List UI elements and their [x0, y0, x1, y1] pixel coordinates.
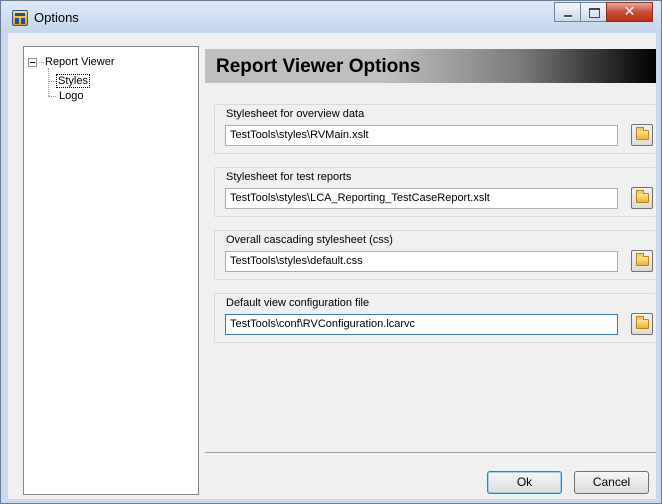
folder-icon: [636, 316, 649, 329]
ok-button[interactable]: Ok: [487, 471, 562, 494]
panel-header: Report Viewer Options: [205, 49, 656, 83]
group-label: Stylesheet for overview data: [226, 108, 365, 120]
group-label: Overall cascading stylesheet (css): [226, 234, 393, 246]
panel-title: Report Viewer Options: [216, 56, 421, 77]
test-report-stylesheet-field[interactable]: TestTools\styles\LCA_Reporting_TestCaseR…: [225, 188, 618, 209]
options-tree[interactable]: Report Viewer Styles Logo: [23, 46, 199, 495]
overview-stylesheet-group: Stylesheet for overview data TestTools\s…: [214, 104, 656, 154]
collapse-icon[interactable]: [28, 58, 37, 67]
tree-connector: [48, 81, 56, 82]
group-label: Default view configuration file: [226, 297, 370, 309]
window-title: Options: [34, 10, 79, 25]
close-button[interactable]: ✕: [606, 2, 653, 22]
cancel-button[interactable]: Cancel: [574, 471, 649, 494]
caption-buttons: ✕: [554, 2, 653, 22]
overview-stylesheet-field[interactable]: TestTools\styles\RVMain.xslt: [225, 125, 618, 146]
tree-node-report-viewer[interactable]: Report Viewer: [45, 55, 115, 69]
title-bar[interactable]: Options ✕: [1, 1, 661, 33]
dialog-client-area: Report Viewer Styles Logo Report Viewer …: [8, 33, 656, 499]
browse-button[interactable]: [631, 124, 653, 146]
css-stylesheet-field[interactable]: TestTools\styles\default.css: [225, 251, 618, 272]
browse-button[interactable]: [631, 313, 653, 335]
tree-connector: [39, 62, 44, 63]
tree-node-label: Styles: [56, 74, 90, 88]
view-config-field[interactable]: TestTools\conf\RVConfiguration.lcarvc: [225, 314, 618, 335]
browse-button[interactable]: [631, 250, 653, 272]
close-icon: ✕: [623, 4, 636, 20]
view-config-group: Default view configuration file TestTool…: [214, 293, 656, 343]
folder-icon: [636, 253, 649, 266]
options-dialog: Options ✕ Report Viewer Styles Logo Repo…: [0, 0, 662, 504]
footer-separator: [205, 452, 656, 455]
tree-node-logo[interactable]: Logo: [59, 89, 83, 103]
test-report-stylesheet-group: Stylesheet for test reports TestTools\st…: [214, 167, 656, 217]
css-stylesheet-group: Overall cascading stylesheet (css) TestT…: [214, 230, 656, 280]
minimize-button[interactable]: [554, 2, 581, 22]
maximize-button[interactable]: [580, 2, 607, 22]
browse-button[interactable]: [631, 187, 653, 209]
folder-icon: [636, 190, 649, 203]
tree-connector: [48, 96, 56, 97]
options-app-icon: [12, 10, 28, 26]
tree-node-styles[interactable]: Styles: [56, 74, 90, 88]
folder-icon: [636, 127, 649, 140]
group-label: Stylesheet for test reports: [226, 171, 352, 183]
tree-connector: [48, 68, 49, 96]
